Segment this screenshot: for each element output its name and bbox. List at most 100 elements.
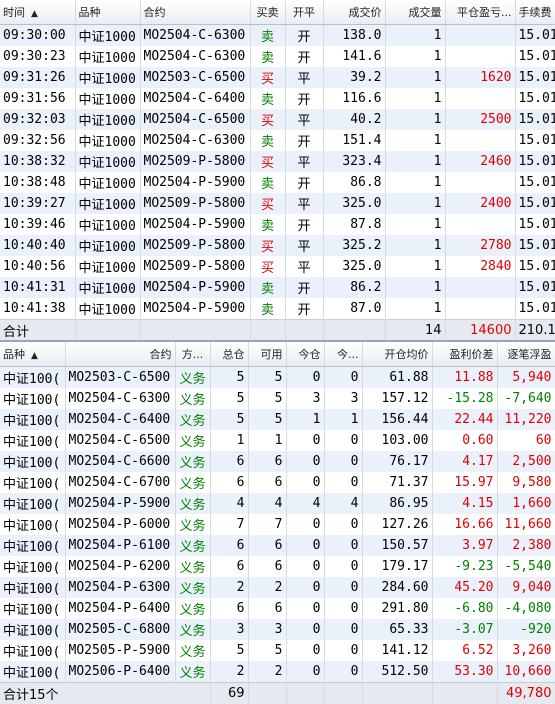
col-header-qty[interactable]: 成交量 xyxy=(385,0,445,25)
position-today-avail: 0 xyxy=(324,451,362,472)
position-variety: 中证100( xyxy=(0,598,65,619)
trade-open-close: 开 xyxy=(285,172,323,193)
trade-open-close: 开 xyxy=(285,46,323,67)
trade-close-pnl: 2400 xyxy=(445,193,515,214)
trade-row[interactable]: 09:30:00中证1000MO2504-C-6300卖开138.0115.01 xyxy=(0,25,555,47)
position-pnl-diff: 53.30 xyxy=(432,661,497,683)
col-header-available[interactable]: 可用 xyxy=(248,342,286,367)
position-row[interactable]: 中证100(MO2504-P-5900义务444486.954.151,660 xyxy=(0,493,555,514)
position-total: 6 xyxy=(210,451,248,472)
position-variety: 中证100( xyxy=(0,430,65,451)
position-total: 1 xyxy=(210,430,248,451)
position-row[interactable]: 中证100(MO2504-P-6000义务7700127.2616.6611,6… xyxy=(0,514,555,535)
trade-price: 116.6 xyxy=(323,88,385,109)
trade-variety: 中证1000 xyxy=(75,25,140,47)
position-contract: MO2504-P-5900 xyxy=(65,493,175,514)
position-row[interactable]: 中证100(MO2505-P-5900义务5500141.126.523,260 xyxy=(0,640,555,661)
position-row[interactable]: 中证100(MO2504-P-6100义务6600150.573.972,380 xyxy=(0,535,555,556)
trade-row[interactable]: 09:32:56中证1000MO2504-C-6300卖开151.4115.01 xyxy=(0,130,555,151)
col-header-total[interactable]: 总仓 xyxy=(210,342,248,367)
trade-row[interactable]: 10:39:27中证1000MO2509-P-5800买平325.0124001… xyxy=(0,193,555,214)
position-row[interactable]: 中证100(MO2504-C-6600义务660076.174.172,500 xyxy=(0,451,555,472)
position-row[interactable]: 中证100(MO2504-P-6200义务6600179.17-9.23-5,5… xyxy=(0,556,555,577)
col-header-close-pnl[interactable]: 平仓盈亏... xyxy=(445,0,515,25)
trade-open-close: 平 xyxy=(285,67,323,88)
position-today: 0 xyxy=(286,430,324,451)
col-header-contract[interactable]: 合约 xyxy=(140,0,250,25)
position-direction: 义务 xyxy=(175,661,210,683)
position-row[interactable]: 中证100(MO2504-P-6300义务2200284.6045.209,04… xyxy=(0,577,555,598)
trade-row[interactable]: 10:38:48中证1000MO2504-P-5900卖开86.8115.01 xyxy=(0,172,555,193)
col-header-pnl-diff[interactable]: 盈利价差 xyxy=(432,342,497,367)
col-header-open-close[interactable]: 开平 xyxy=(285,0,323,25)
position-direction: 义务 xyxy=(175,535,210,556)
position-row[interactable]: 中证100(MO2505-C-6800义务330065.33-3.07-920 xyxy=(0,619,555,640)
position-float-pnl: 11,220 xyxy=(497,409,555,430)
position-total: 4 xyxy=(210,493,248,514)
trade-qty: 1 xyxy=(385,46,445,67)
position-row[interactable]: 中证100(MO2504-C-6500义务1100103.000.6060 xyxy=(0,430,555,451)
position-row[interactable]: 中证100(MO2506-P-6400义务2200512.5053.3010,6… xyxy=(0,661,555,683)
col-header-variety[interactable]: 品种▲ xyxy=(0,342,65,367)
trade-contract: MO2504-C-6300 xyxy=(140,130,250,151)
trade-row[interactable]: 09:31:56中证1000MO2504-C-6400卖开116.6115.01 xyxy=(0,88,555,109)
trade-contract: MO2504-C-6300 xyxy=(140,25,250,47)
position-direction: 义务 xyxy=(175,367,210,389)
position-total: 5 xyxy=(210,388,248,409)
col-header-today[interactable]: 今仓 xyxy=(286,342,324,367)
position-today: 0 xyxy=(286,556,324,577)
position-today-avail: 0 xyxy=(324,430,362,451)
trade-row[interactable]: 10:40:56中证1000MO2509-P-5800买平325.0128401… xyxy=(0,256,555,277)
position-row[interactable]: 中证100(MO2504-P-6400义务6600291.80-6.80-4,0… xyxy=(0,598,555,619)
position-direction: 义务 xyxy=(175,388,210,409)
position-direction: 义务 xyxy=(175,577,210,598)
trade-row[interactable]: 10:41:38中证1000MO2504-P-5900卖开87.0115.01 xyxy=(0,298,555,320)
position-today: 0 xyxy=(286,661,324,683)
position-float-pnl: -5,540 xyxy=(497,556,555,577)
position-avg-price: 76.17 xyxy=(362,451,432,472)
position-available: 6 xyxy=(248,598,286,619)
col-header-price[interactable]: 成交价 xyxy=(323,0,385,25)
position-row[interactable]: 中证100(MO2503-C-6500义务550061.8811.885,940 xyxy=(0,367,555,389)
position-avg-price: 61.88 xyxy=(362,367,432,389)
col-header-avg-price[interactable]: 开仓均价 xyxy=(362,342,432,367)
col-header-side[interactable]: 买卖 xyxy=(250,0,285,25)
trade-row[interactable]: 10:41:31中证1000MO2504-P-5900卖开86.2115.01 xyxy=(0,277,555,298)
col-header-fee[interactable]: 手续费 xyxy=(515,0,555,25)
trade-row[interactable]: 09:31:26中证1000MO2503-C-6500买平39.21162015… xyxy=(0,67,555,88)
trade-qty: 1 xyxy=(385,67,445,88)
trade-row[interactable]: 10:39:46中证1000MO2504-P-5900卖开87.8115.01 xyxy=(0,214,555,235)
trade-time: 10:41:31 xyxy=(0,277,75,298)
position-pnl-diff: -3.07 xyxy=(432,619,497,640)
position-pnl-diff: -9.23 xyxy=(432,556,497,577)
empty-cell xyxy=(248,683,286,704)
trade-qty: 1 xyxy=(385,214,445,235)
col-header-variety[interactable]: 品种 xyxy=(75,0,140,25)
col-header-direction[interactable]: 方... xyxy=(175,342,210,367)
trade-close-pnl: 2460 xyxy=(445,151,515,172)
position-today: 3 xyxy=(286,388,324,409)
position-avg-price: 65.33 xyxy=(362,619,432,640)
trade-row[interactable]: 10:40:40中证1000MO2509-P-5800买平325.2127801… xyxy=(0,235,555,256)
trade-variety: 中证1000 xyxy=(75,298,140,320)
trade-qty: 1 xyxy=(385,88,445,109)
trade-price: 325.2 xyxy=(323,235,385,256)
trade-variety: 中证1000 xyxy=(75,130,140,151)
position-today: 0 xyxy=(286,598,324,619)
trade-variety: 中证1000 xyxy=(75,235,140,256)
trade-qty: 1 xyxy=(385,235,445,256)
position-row[interactable]: 中证100(MO2504-C-6400义务5511156.4422.4411,2… xyxy=(0,409,555,430)
position-avg-price: 141.12 xyxy=(362,640,432,661)
position-row[interactable]: 中证100(MO2504-C-6700义务660071.3715.979,580 xyxy=(0,472,555,493)
col-header-time[interactable]: 时间▲ xyxy=(0,0,75,25)
position-available: 6 xyxy=(248,535,286,556)
trade-row[interactable]: 09:32:03中证1000MO2504-C-6500买平40.21250015… xyxy=(0,109,555,130)
col-header-float-pnl[interactable]: 逐笔浮盈 xyxy=(497,342,555,367)
position-row[interactable]: 中证100(MO2504-C-6300义务5533157.12-15.28-7,… xyxy=(0,388,555,409)
empty-cell xyxy=(140,320,250,342)
trade-close-pnl xyxy=(445,214,515,235)
col-header-contract[interactable]: 合约 xyxy=(65,342,175,367)
trade-row[interactable]: 09:30:23中证1000MO2504-C-6300卖开141.6115.01 xyxy=(0,46,555,67)
col-header-today-avail[interactable]: 今... xyxy=(324,342,362,367)
trade-row[interactable]: 10:38:32中证1000MO2509-P-5800买平323.4124601… xyxy=(0,151,555,172)
